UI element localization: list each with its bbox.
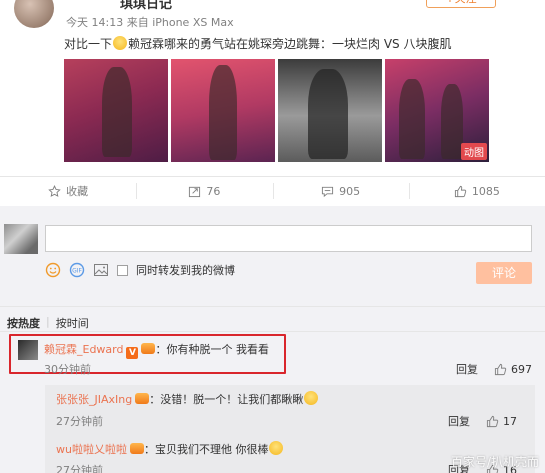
- comment-text: ：你有种脱一个 我看看: [155, 343, 269, 356]
- post-image-2[interactable]: [171, 59, 275, 162]
- post-meta: 今天 14:13 来自 iPhone XS Max: [66, 16, 234, 29]
- reply-button[interactable]: 回复: [456, 361, 478, 377]
- forward-label: 同时转发到我的微博: [136, 264, 235, 277]
- reply-text: ：没错！脱一个！让我们都瞅瞅: [149, 393, 304, 406]
- post-image-1[interactable]: [64, 59, 168, 162]
- member-crown-icon: [135, 393, 150, 404]
- comment-like-button[interactable]: 697: [494, 363, 532, 376]
- reply-actions: 回复 17: [448, 413, 517, 429]
- my-avatar: [4, 224, 38, 254]
- post-text-after: 赖冠霖哪来的勇气站在姚琛旁边跳舞：一块烂肉 VS 八块腹肌: [128, 37, 452, 51]
- post-image-grid: 动图: [64, 59, 489, 162]
- thumbs-up-icon: [454, 185, 467, 197]
- post-action-bar: 收藏 76 905 1085: [0, 177, 545, 205]
- post-image-4[interactable]: 动图: [385, 59, 489, 162]
- reply-time: 27分钟前: [56, 415, 103, 428]
- follow-button[interactable]: +关注: [426, 0, 496, 8]
- repost-count: 76: [206, 184, 221, 198]
- commenter-name[interactable]: 赖冠霖_Edward: [44, 343, 123, 356]
- image-icon[interactable]: [93, 262, 109, 278]
- favorite-button[interactable]: 收藏: [0, 177, 136, 205]
- star-icon: [48, 184, 61, 197]
- comment-button[interactable]: 905: [272, 177, 409, 205]
- gif-badge: 动图: [461, 143, 487, 160]
- comment-count: 905: [339, 184, 361, 198]
- reply-author-name[interactable]: wu啦啦乂啦啦: [56, 443, 127, 456]
- sort-by-hot[interactable]: 按热度: [7, 315, 40, 331]
- comment-like-count: 697: [511, 362, 532, 376]
- post-image-3[interactable]: [278, 59, 382, 162]
- laugh-emoji-icon: [304, 391, 319, 405]
- submit-comment-button[interactable]: 评论: [476, 262, 532, 284]
- comment-line: 赖冠霖_Edward V ：你有种脱一个 我看看: [44, 341, 269, 359]
- cry-emoji-icon: [269, 441, 284, 455]
- reply-time: 27分钟前: [56, 464, 103, 473]
- reply-line: 张张张_JIAxIng ：没错！脱一个！让我们都瞅瞅: [56, 391, 319, 407]
- repost-icon: [189, 186, 201, 197]
- comment-input[interactable]: [45, 225, 532, 252]
- verified-badge-icon: V: [126, 347, 139, 359]
- divider: [0, 306, 545, 307]
- member-crown-icon: [141, 343, 156, 354]
- post-author-name[interactable]: 琪琪日记: [120, 0, 172, 12]
- comment-actions: 回复 697: [456, 361, 532, 377]
- forward-checkbox[interactable]: [117, 264, 128, 276]
- emoji-icon[interactable]: [45, 262, 61, 278]
- reply-like-button[interactable]: 17: [486, 415, 517, 428]
- compose-toolbar: GIF 同时转发到我的微博: [45, 262, 235, 278]
- reply-author-name[interactable]: 张张张_JIAxIng: [56, 393, 132, 406]
- reply-line: wu啦啦乂啦啦 ：宝贝我们不理他 你很棒: [56, 441, 284, 457]
- like-count: 1085: [471, 184, 500, 198]
- comment-icon: [322, 186, 334, 197]
- post-text-before: 对比一下: [64, 37, 113, 51]
- post-text: 对比一下 赖冠霖哪来的勇气站在姚琛旁边跳舞：一块烂肉 VS 八块腹肌: [64, 35, 534, 52]
- watermark: 百家号/扒机壳而: [450, 455, 539, 469]
- repost-button[interactable]: 76: [136, 177, 272, 205]
- thumbs-up-icon: [494, 363, 507, 375]
- smile-emoji-icon: [113, 36, 128, 50]
- thumbs-up-icon: [486, 415, 499, 427]
- favorite-label: 收藏: [66, 185, 89, 198]
- like-button[interactable]: 1085: [408, 177, 545, 205]
- sort-separator: |: [46, 315, 50, 328]
- gif-icon[interactable]: GIF: [69, 262, 85, 278]
- reply-text: ：宝贝我们不理他 你很棒: [143, 443, 269, 456]
- author-avatar[interactable]: [14, 0, 54, 28]
- commenter-avatar[interactable]: [18, 340, 38, 360]
- reply-like-count: 17: [503, 414, 517, 428]
- divider: [0, 331, 545, 332]
- member-crown-icon: [129, 443, 144, 454]
- comment-time: 30分钟前: [44, 363, 91, 376]
- weibo-post-page: 琪琪日记 +关注 今天 14:13 来自 iPhone XS Max 对比一下赖…: [0, 0, 545, 473]
- sort-tabs: 按热度 | 按时间: [7, 315, 89, 331]
- reply-button[interactable]: 回复: [448, 413, 470, 429]
- sort-by-time[interactable]: 按时间: [56, 315, 89, 331]
- svg-text:GIF: GIF: [72, 268, 82, 275]
